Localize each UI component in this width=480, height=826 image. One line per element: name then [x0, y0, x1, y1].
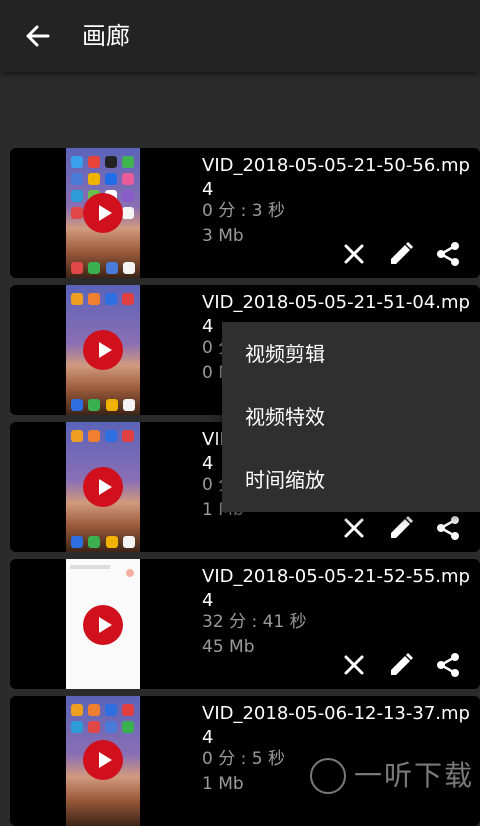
card-actions — [340, 240, 470, 268]
share-icon[interactable] — [434, 651, 462, 679]
thumbnail-app-icons — [71, 293, 135, 305]
thumbnail-dock — [71, 399, 135, 411]
video-size: 1 Mb — [202, 774, 244, 794]
play-icon[interactable] — [83, 330, 123, 370]
popup-menu: 视频剪辑 视频特效 时间缩放 — [222, 322, 480, 512]
play-icon[interactable] — [83, 740, 123, 780]
thumbnail-app-icons — [71, 430, 135, 442]
thumbnail-dot — [126, 569, 134, 577]
watermark-logo-icon — [310, 758, 346, 794]
thumbnail-dock — [71, 536, 135, 548]
video-duration: 32 分 : 41 秒 — [202, 612, 307, 632]
video-thumbnail[interactable] — [66, 696, 140, 826]
play-icon[interactable] — [83, 605, 123, 645]
video-thumbnail[interactable] — [66, 422, 140, 552]
card-actions — [340, 651, 470, 679]
video-duration: 0 分 : 5 秒 — [202, 749, 285, 769]
delete-icon[interactable] — [340, 651, 368, 679]
thumbnail-dock — [71, 262, 135, 274]
play-icon[interactable] — [83, 467, 123, 507]
video-filename: VID_2018-05-06-12-13-37.mp4 — [202, 703, 470, 748]
thumbnail-app-icons — [71, 704, 135, 733]
page-title: 画廊 — [82, 22, 130, 50]
video-size: 45 Mb — [202, 637, 255, 657]
video-size: 3 Mb — [202, 226, 244, 246]
video-thumbnail[interactable] — [66, 148, 140, 278]
menu-item-video-effects[interactable]: 视频特效 — [222, 386, 480, 449]
menu-item-video-trim[interactable]: 视频剪辑 — [222, 323, 480, 386]
video-card[interactable]: VID_2018-05-05-21-52-55.mp4 32 分 : 41 秒 … — [10, 559, 480, 689]
video-card[interactable]: VID_2018-05-05-21-50-56.mp4 0 分 : 3 秒 3 … — [10, 148, 480, 278]
video-filename: VID_2018-05-05-21-52-55.mp4 — [202, 566, 470, 611]
share-icon[interactable] — [434, 514, 462, 542]
play-icon[interactable] — [83, 193, 123, 233]
back-arrow-icon[interactable] — [22, 20, 54, 52]
thumbnail-topbar — [70, 565, 110, 569]
share-icon[interactable] — [434, 240, 462, 268]
video-thumbnail[interactable] — [66, 285, 140, 415]
video-thumbnail[interactable] — [66, 559, 140, 689]
card-actions — [340, 514, 470, 542]
watermark-text: 一听下载 — [354, 759, 475, 792]
delete-icon[interactable] — [340, 240, 368, 268]
video-filename: VID_2018-05-05-21-50-56.mp4 — [202, 155, 470, 200]
edit-pencil-icon[interactable] — [387, 514, 415, 542]
app-bar: 画廊 — [0, 0, 480, 72]
video-duration: 0 分 : 3 秒 — [202, 201, 285, 221]
edit-pencil-icon[interactable] — [387, 240, 415, 268]
edit-pencil-icon[interactable] — [387, 651, 415, 679]
watermark: 一听下载 — [310, 756, 476, 798]
delete-icon[interactable] — [340, 514, 368, 542]
menu-item-time-scale[interactable]: 时间缩放 — [222, 449, 480, 512]
